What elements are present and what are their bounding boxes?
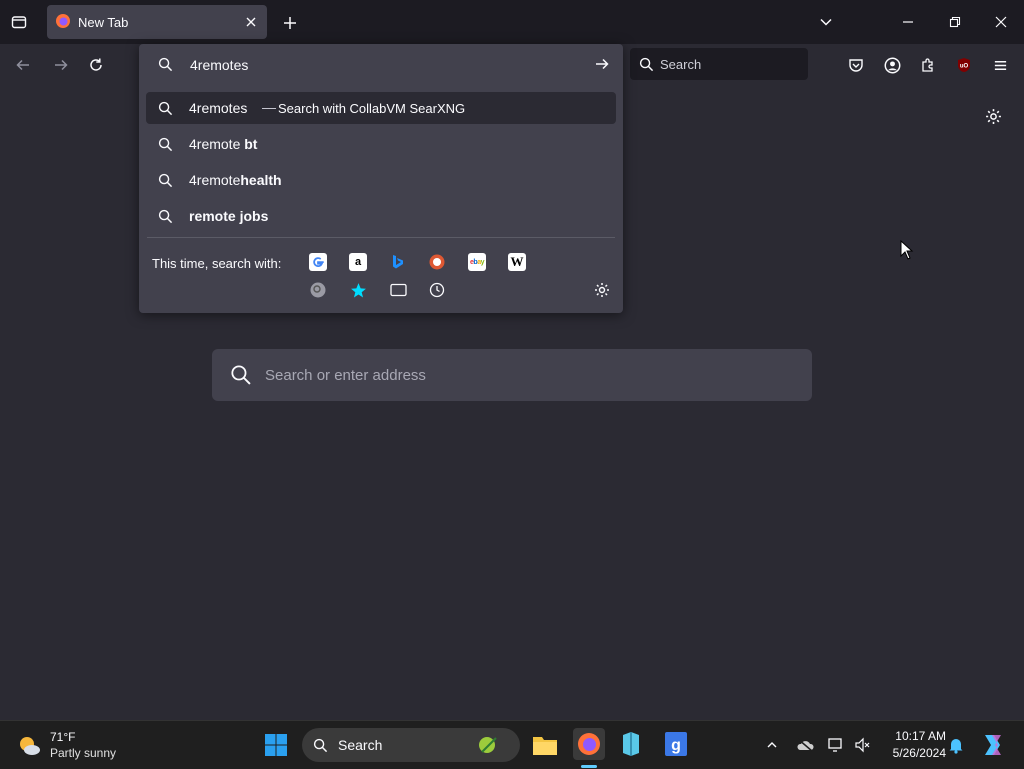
- clock-time: 10:17 AM: [895, 729, 946, 743]
- google-icon[interactable]: [309, 253, 327, 271]
- urlbar-input-row[interactable]: 4remotes: [139, 44, 623, 84]
- newtab-search-placeholder: Search or enter address: [265, 367, 426, 384]
- list-all-tabs-chevron-icon[interactable]: [815, 12, 837, 32]
- reload-button[interactable]: [85, 54, 107, 76]
- svg-text:uO: uO: [960, 64, 969, 70]
- search-settings-gear-icon[interactable]: [593, 281, 611, 299]
- taskbar-search-label: Search: [338, 737, 383, 753]
- suggestion-row[interactable]: 4remotehealth: [146, 164, 616, 196]
- searxng-icon[interactable]: [309, 281, 327, 299]
- onedrive-offline-icon[interactable]: [794, 735, 816, 755]
- suggestion-completion: health: [240, 172, 282, 188]
- duckduckgo-icon[interactable]: [428, 253, 446, 271]
- search-highlight-icon: [476, 732, 502, 758]
- clock-date: 5/26/2024: [892, 746, 946, 760]
- app-icon[interactable]: [616, 729, 646, 759]
- partly-sunny-icon: [16, 733, 42, 759]
- app-menu-icon[interactable]: [989, 54, 1011, 76]
- suggestion-row[interactable]: 4remote bt: [146, 128, 616, 160]
- clock[interactable]: 10:17 AM 5/26/2024: [880, 729, 946, 763]
- suggestion-typed: 4remote: [189, 136, 245, 152]
- suggestion-typed: 4remote: [189, 172, 241, 188]
- taskbar-search[interactable]: Search: [302, 728, 520, 762]
- suggestion-completion: bt: [244, 136, 258, 152]
- newtab-search-box[interactable]: Search or enter address: [212, 349, 812, 401]
- tabs-icon[interactable]: [389, 281, 407, 299]
- network-icon[interactable]: [826, 735, 848, 755]
- forward-button[interactable]: [50, 54, 72, 76]
- bing-icon[interactable]: [389, 253, 407, 271]
- go-arrow-icon[interactable]: [593, 55, 611, 73]
- ebay-icon[interactable]: ebay: [468, 253, 486, 271]
- tab-manager-icon[interactable]: [8, 11, 30, 33]
- ublock-origin-icon[interactable]: uO: [953, 54, 975, 76]
- urlbar-dropdown: 4remotes 4remotes — Search with CollabVM…: [139, 44, 623, 313]
- minimize-button[interactable]: [895, 11, 921, 33]
- weather-temp: 71°F: [50, 730, 76, 744]
- wikipedia-icon[interactable]: W: [508, 253, 526, 271]
- tab-close-icon[interactable]: [243, 14, 259, 30]
- customize-gear-icon[interactable]: [982, 105, 1004, 127]
- history-icon[interactable]: [428, 281, 446, 299]
- show-hidden-icons-chevron-icon[interactable]: [762, 735, 782, 755]
- notification-bell-icon[interactable]: [946, 734, 966, 756]
- google-app-icon[interactable]: g: [661, 729, 691, 759]
- bookmarks-icon[interactable]: [349, 281, 367, 299]
- tab-new-tab[interactable]: New Tab: [47, 5, 267, 39]
- search-icon: [157, 172, 173, 188]
- extensions-icon[interactable]: [917, 54, 939, 76]
- search-icon: [229, 363, 253, 387]
- search-bar[interactable]: Search: [630, 48, 808, 80]
- svg-text:g: g: [671, 737, 681, 754]
- mouse-cursor: [900, 239, 914, 260]
- start-button[interactable]: [262, 731, 290, 759]
- search-icon: [638, 56, 654, 72]
- search-icon: [312, 737, 328, 753]
- file-explorer-icon[interactable]: [530, 730, 560, 760]
- engine-label: This time, search with:: [152, 256, 282, 271]
- suggestion-completion: remote jobs: [189, 208, 269, 224]
- firefox-icon: [55, 13, 71, 29]
- tab-bar: New Tab: [0, 0, 1024, 44]
- taskbar: 71°F Partly sunny Search g 10:17 AM 5/26…: [0, 720, 1024, 769]
- amazon-icon[interactable]: a: [349, 253, 367, 271]
- search-icon: [157, 56, 173, 72]
- suggestion-typed: 4remotes: [189, 100, 248, 116]
- restore-button[interactable]: [942, 11, 968, 33]
- firefox-taskbar-icon[interactable]: [573, 728, 605, 760]
- suggestion-row[interactable]: remote jobs: [146, 200, 616, 232]
- divider: [147, 237, 615, 238]
- account-icon[interactable]: [881, 54, 903, 76]
- new-tab-button[interactable]: [280, 13, 300, 33]
- search-icon: [157, 100, 173, 116]
- tab-title: New Tab: [78, 15, 129, 30]
- weather-desc: Partly sunny: [50, 746, 117, 760]
- search-bar-placeholder: Search: [660, 57, 702, 72]
- back-button[interactable]: [12, 54, 34, 76]
- urlbar-input[interactable]: 4remotes: [190, 57, 248, 73]
- volume-muted-icon[interactable]: [852, 735, 874, 755]
- copilot-icon[interactable]: [978, 730, 1008, 760]
- suggestion-separator: —: [262, 99, 276, 115]
- pocket-icon[interactable]: [845, 54, 867, 76]
- weather-widget[interactable]: 71°F Partly sunny: [10, 727, 130, 763]
- search-icon: [157, 136, 173, 152]
- suggestion-action: Search with CollabVM SearXNG: [278, 101, 466, 116]
- search-icon: [157, 208, 173, 224]
- close-window-button[interactable]: [988, 11, 1014, 33]
- suggestion-row[interactable]: 4remotes — Search with CollabVM SearXNG: [146, 92, 616, 124]
